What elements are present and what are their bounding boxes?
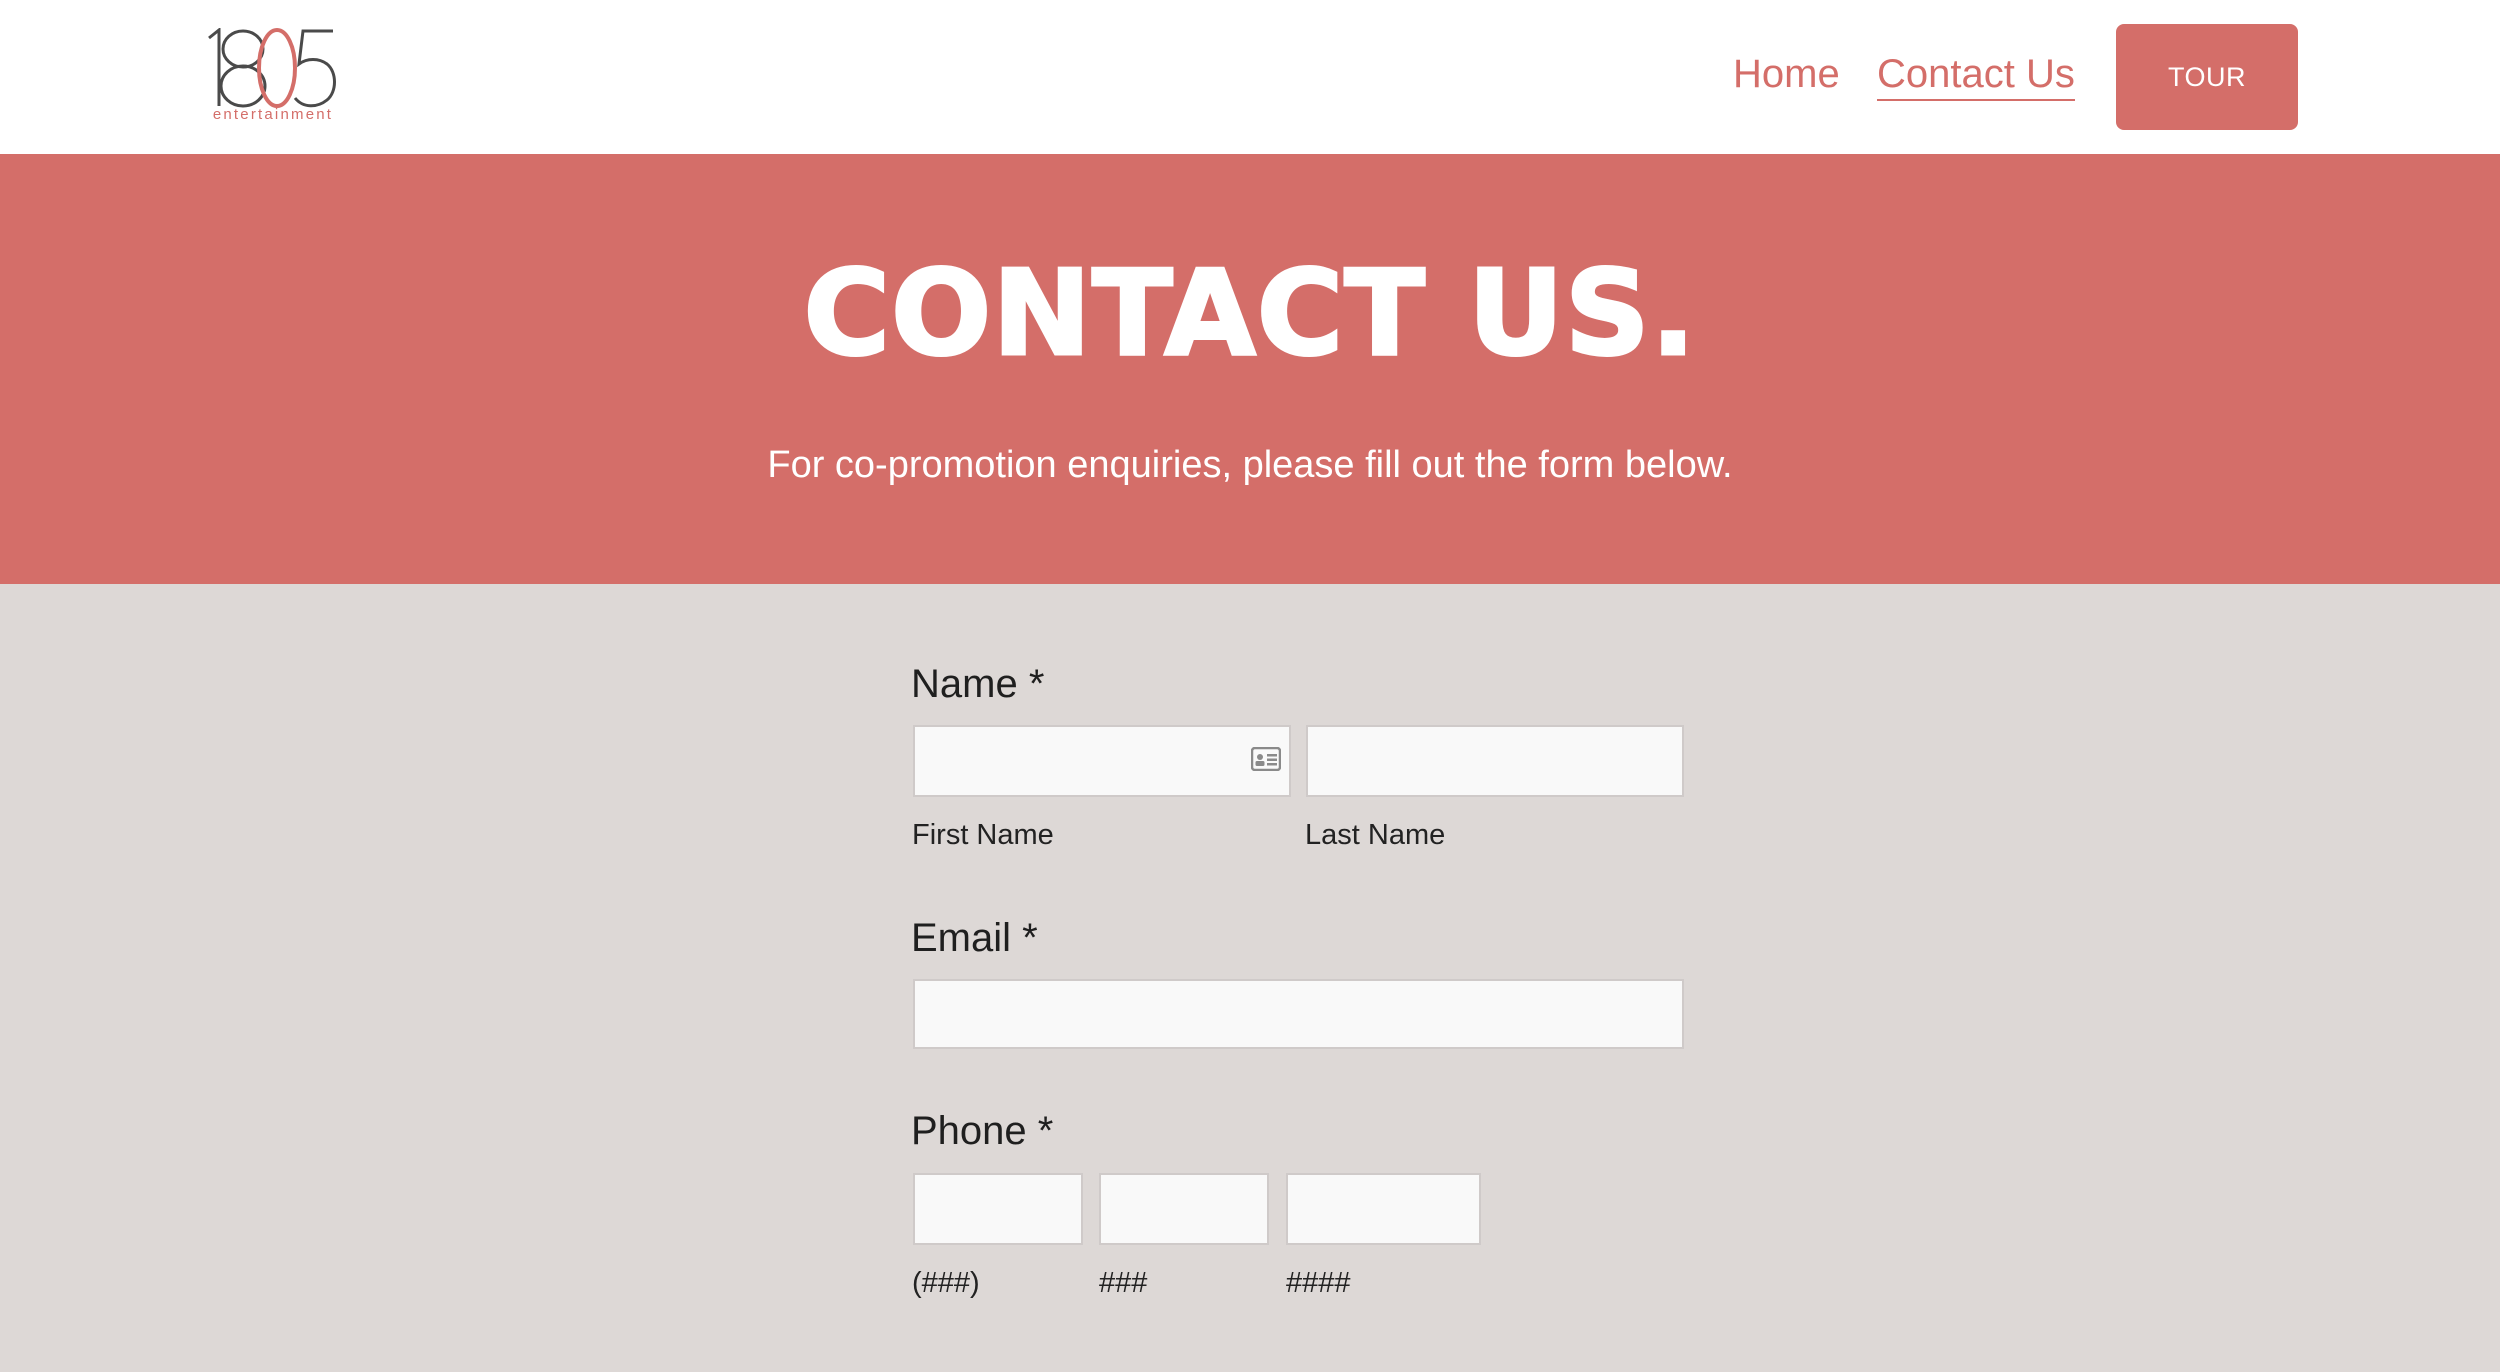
phone-prefix-sublabel: ### <box>1099 1267 1148 1299</box>
email-input[interactable] <box>913 979 1684 1049</box>
phone-line-number-sublabel: #### <box>1286 1267 1351 1299</box>
phone-line-number-input[interactable] <box>1286 1173 1481 1245</box>
1805-logo-icon <box>208 28 336 108</box>
hero-banner: CONTACT US. For co-promotion enquiries, … <box>0 154 2500 584</box>
page-title: CONTACT US. <box>802 244 1697 382</box>
hero-subtitle: For co-promotion enquiries, please fill … <box>767 444 1733 486</box>
phone-area-code-input[interactable] <box>913 1173 1083 1245</box>
first-name-sublabel: First Name <box>912 819 1054 851</box>
email-label: Email * <box>911 916 1038 960</box>
nav-contact-link[interactable]: Contact Us <box>1877 52 2075 101</box>
site-header: entertainment Home Contact Us TOUR <box>0 0 2500 154</box>
tour-button[interactable]: TOUR <box>2116 24 2298 130</box>
phone-prefix-input[interactable] <box>1099 1173 1269 1245</box>
name-label: Name * <box>911 662 1045 706</box>
nav-home-link[interactable]: Home <box>1733 52 1840 97</box>
site-logo[interactable]: entertainment <box>207 28 339 124</box>
last-name-input[interactable] <box>1306 725 1684 797</box>
phone-label: Phone * <box>911 1109 1054 1153</box>
last-name-sublabel: Last Name <box>1305 819 1446 851</box>
contact-card-icon <box>1251 747 1281 771</box>
phone-area-code-sublabel: (###) <box>912 1267 980 1299</box>
first-name-input[interactable] <box>913 725 1291 797</box>
logo-subtitle: entertainment <box>212 106 334 123</box>
contact-form: Name * First Name Last Name Email * Phon… <box>911 584 1691 1372</box>
